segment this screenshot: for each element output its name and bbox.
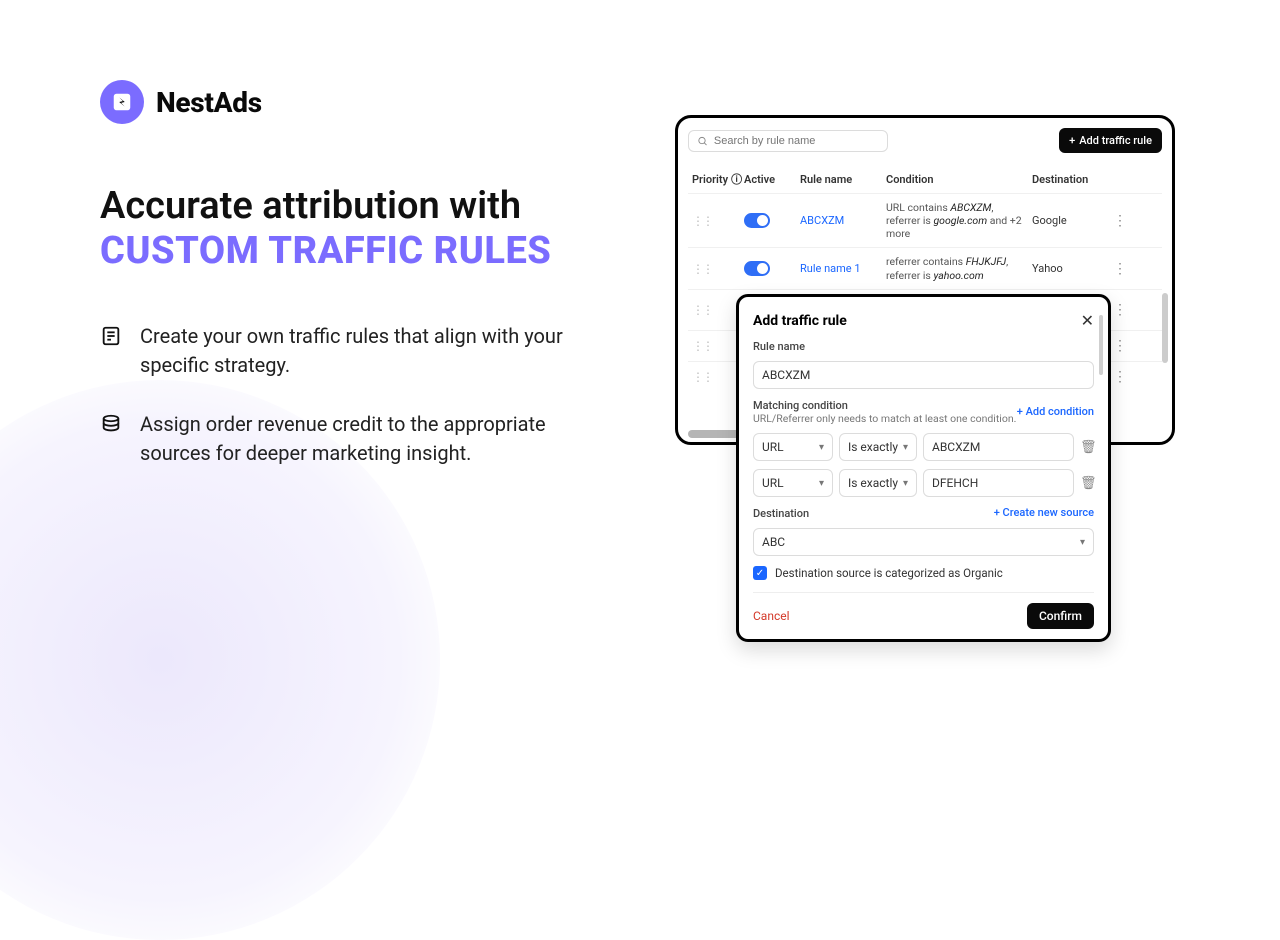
search-input[interactable] bbox=[714, 135, 879, 147]
modal-scrollbar[interactable] bbox=[1099, 315, 1103, 375]
headline-line-1: Accurate attribution with bbox=[100, 185, 620, 229]
organic-checkbox-label: Destination source is categorized as Org… bbox=[775, 566, 1003, 580]
condition-field-select[interactable]: URL▾ bbox=[753, 433, 833, 461]
col-condition: Condition bbox=[886, 173, 1026, 186]
feature-item: Assign order revenue credit to the appro… bbox=[100, 410, 600, 468]
drag-handle-icon[interactable]: ⋮⋮ bbox=[692, 262, 738, 276]
table-row: ⋮⋮ Rule name 1 referrer contains FHJKJFJ… bbox=[688, 247, 1162, 288]
plus-icon: + bbox=[1069, 134, 1075, 147]
modal-title: Add traffic rule bbox=[753, 313, 847, 329]
document-icon bbox=[100, 325, 122, 347]
feature-list: Create your own traffic rules that align… bbox=[100, 322, 600, 468]
feature-text: Assign order revenue credit to the appro… bbox=[140, 410, 600, 468]
destination-label: Destination bbox=[753, 507, 809, 520]
headline-line-2: CUSTOM TRAFFIC RULES bbox=[100, 229, 620, 275]
col-active: Active bbox=[744, 173, 794, 186]
brand-logo: NestAds bbox=[100, 80, 262, 124]
search-input-wrap[interactable] bbox=[688, 130, 888, 152]
matching-condition-label: Matching condition bbox=[753, 399, 1016, 412]
col-destination: Destination bbox=[1032, 173, 1102, 186]
trash-icon[interactable]: 🗑 bbox=[1080, 476, 1094, 491]
chevron-down-icon: ▾ bbox=[903, 478, 908, 489]
condition-row: URL▾ Is exactly▾ DFEHCH 🗑 bbox=[753, 469, 1094, 497]
condition-value-input[interactable]: ABCXZM bbox=[923, 433, 1074, 461]
active-toggle[interactable] bbox=[744, 213, 770, 228]
drag-handle-icon[interactable]: ⋮⋮ bbox=[692, 370, 738, 384]
confirm-button[interactable]: Confirm bbox=[1027, 603, 1094, 629]
create-new-source-link[interactable]: + Create new source bbox=[994, 506, 1094, 519]
condition-value-input[interactable]: DFEHCH bbox=[923, 469, 1074, 497]
condition-operator-select[interactable]: Is exactly▾ bbox=[839, 469, 917, 497]
destination-select[interactable]: ABC▾ bbox=[753, 528, 1094, 556]
organic-checkbox-row[interactable]: ✓ Destination source is categorized as O… bbox=[753, 566, 1094, 580]
rule-name-link[interactable]: ABCXZM bbox=[800, 214, 880, 227]
chevron-down-icon: ▾ bbox=[903, 442, 908, 453]
add-condition-link[interactable]: + Add condition bbox=[1017, 405, 1094, 418]
checkbox-checked-icon[interactable]: ✓ bbox=[753, 566, 767, 580]
condition-operator-select[interactable]: Is exactly▾ bbox=[839, 433, 917, 461]
table-toolbar: + Add traffic rule bbox=[688, 128, 1162, 153]
rule-name-link[interactable]: Rule name 1 bbox=[800, 262, 880, 275]
destination-cell: Yahoo bbox=[1032, 262, 1102, 275]
headline: Accurate attribution with CUSTOM TRAFFIC… bbox=[100, 185, 620, 274]
col-priority: Priorityⓘ bbox=[692, 171, 738, 187]
drag-handle-icon[interactable]: ⋮⋮ bbox=[692, 214, 738, 228]
row-menu-icon[interactable]: ⋮ bbox=[1108, 302, 1132, 318]
brand-name: NestAds bbox=[156, 86, 262, 119]
coins-icon bbox=[100, 413, 122, 435]
chevron-down-icon: ▾ bbox=[819, 478, 824, 489]
destination-cell: Google bbox=[1032, 214, 1102, 227]
drag-handle-icon[interactable]: ⋮⋮ bbox=[692, 303, 738, 317]
feature-text: Create your own traffic rules that align… bbox=[140, 322, 600, 380]
matching-condition-sublabel: URL/Referrer only needs to match at leas… bbox=[753, 412, 1016, 425]
table-row: ⋮⋮ ABCXZM URL contains ABCXZM, referrer … bbox=[688, 193, 1162, 247]
chevron-down-icon: ▾ bbox=[819, 442, 824, 453]
condition-cell: referrer contains FHJKJFJ, referrer is y… bbox=[886, 255, 1026, 281]
close-icon[interactable]: ✕ bbox=[1081, 311, 1094, 330]
drag-handle-icon[interactable]: ⋮⋮ bbox=[692, 339, 738, 353]
search-icon bbox=[697, 135, 708, 147]
condition-row: URL▾ Is exactly▾ ABCXZM 🗑 bbox=[753, 433, 1094, 461]
condition-cell: URL contains ABCXZM, referrer is google.… bbox=[886, 201, 1026, 240]
add-traffic-rule-button[interactable]: + Add traffic rule bbox=[1059, 128, 1162, 153]
add-traffic-rule-modal: Add traffic rule ✕ Rule name ABCXZM Matc… bbox=[736, 294, 1111, 642]
rule-name-input[interactable]: ABCXZM bbox=[753, 361, 1094, 389]
brand-logo-icon bbox=[100, 80, 144, 124]
help-icon[interactable]: ⓘ bbox=[731, 173, 742, 186]
row-menu-icon[interactable]: ⋮ bbox=[1108, 261, 1132, 277]
rule-name-label: Rule name bbox=[753, 340, 1094, 353]
table-header: Priorityⓘ Active Rule name Condition Des… bbox=[688, 163, 1162, 193]
row-menu-icon[interactable]: ⋮ bbox=[1108, 213, 1132, 229]
row-menu-icon[interactable]: ⋮ bbox=[1108, 338, 1132, 354]
cancel-button[interactable]: Cancel bbox=[753, 609, 790, 623]
active-toggle[interactable] bbox=[744, 261, 770, 276]
condition-field-select[interactable]: URL▾ bbox=[753, 469, 833, 497]
col-rule-name: Rule name bbox=[800, 173, 880, 186]
add-rule-label: Add traffic rule bbox=[1079, 134, 1152, 147]
vertical-scrollbar[interactable] bbox=[1162, 293, 1168, 363]
row-menu-icon[interactable]: ⋮ bbox=[1108, 369, 1132, 385]
trash-icon[interactable]: 🗑 bbox=[1080, 440, 1094, 455]
chevron-down-icon: ▾ bbox=[1080, 537, 1085, 548]
feature-item: Create your own traffic rules that align… bbox=[100, 322, 600, 380]
